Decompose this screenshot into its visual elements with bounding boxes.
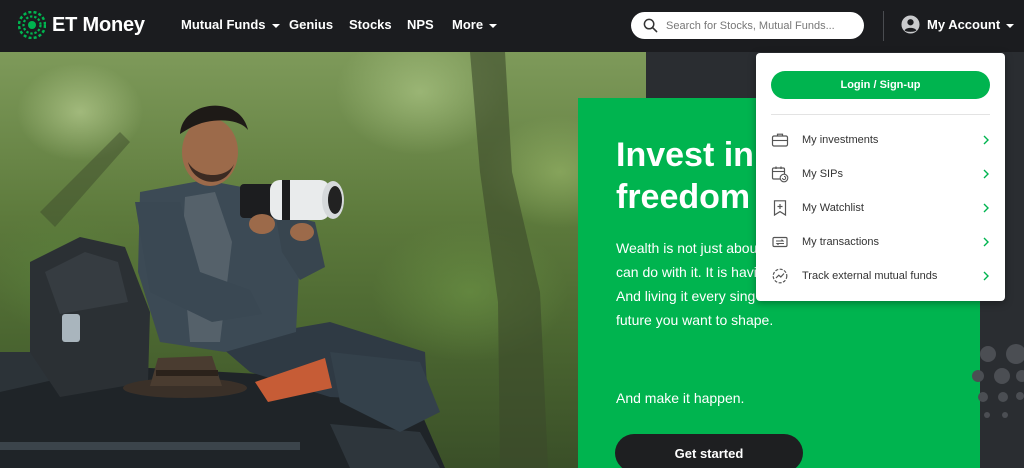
login-signup-button[interactable]: Login / Sign-up xyxy=(771,71,990,99)
hero-photo xyxy=(0,52,646,468)
calendar-refresh-icon xyxy=(771,166,789,183)
menu-item-track-external-mutual-funds[interactable]: Track external mutual funds xyxy=(771,265,990,287)
menu-item-label: My Watchlist xyxy=(802,202,864,214)
menu-item-label: My SIPs xyxy=(802,168,843,180)
nav-more[interactable]: More xyxy=(452,17,498,32)
headline-line-2: freedom xyxy=(616,178,751,216)
briefcase-icon xyxy=(771,133,789,147)
dropdown-divider xyxy=(771,114,990,115)
brand-logo[interactable]: ET Money xyxy=(18,11,145,39)
top-navbar: ET Money Mutual Funds Genius Stocks NPS … xyxy=(0,0,1024,52)
trend-circle-icon xyxy=(772,268,788,284)
menu-item-label: My investments xyxy=(802,134,879,146)
search-box[interactable] xyxy=(631,12,864,39)
decorative-dots xyxy=(970,342,1024,468)
nav-label: NPS xyxy=(407,17,434,32)
menu-item-my-investments[interactable]: My investments xyxy=(771,129,990,151)
my-account-menu[interactable]: My Account xyxy=(901,15,1015,34)
bookmark-plus-icon xyxy=(773,200,787,217)
search-input[interactable] xyxy=(666,19,856,32)
chevron-right-icon xyxy=(983,169,989,179)
nav-genius[interactable]: Genius xyxy=(289,17,333,32)
transfer-icon xyxy=(772,236,788,248)
menu-item-my-transactions[interactable]: My transactions xyxy=(771,231,990,253)
user-circle-icon xyxy=(901,15,920,34)
hero-tagline: And make it happen. xyxy=(616,390,745,406)
search-icon xyxy=(643,18,658,33)
menu-item-my-sips[interactable]: My SIPs xyxy=(771,163,990,185)
menu-item-my-watchlist[interactable]: My Watchlist xyxy=(771,197,990,219)
hero-headline: Invest in freedom xyxy=(616,134,754,218)
nav-label: Genius xyxy=(289,17,334,32)
nav-mutual-funds[interactable]: Mutual Funds xyxy=(181,17,280,32)
account-dropdown: Login / Sign-up My investments My SIPs M… xyxy=(756,53,1005,301)
caret-down-icon xyxy=(489,23,498,28)
photographer-illustration xyxy=(0,52,548,468)
nav-nps[interactable]: NPS xyxy=(407,17,434,32)
nav-divider xyxy=(883,11,884,41)
menu-item-label: My transactions xyxy=(802,236,880,248)
chevron-right-icon xyxy=(983,203,989,213)
nav-label: Stocks xyxy=(349,17,392,32)
caret-down-icon xyxy=(271,23,280,28)
chevron-right-icon xyxy=(983,271,989,281)
nav-label: More xyxy=(452,17,484,32)
nav-label: Mutual Funds xyxy=(181,17,266,32)
body-line: future you want to shape. xyxy=(616,312,774,328)
et-money-logo-icon xyxy=(18,11,46,39)
chevron-right-icon xyxy=(983,237,989,247)
get-started-button[interactable]: Get started xyxy=(615,434,803,468)
caret-down-icon xyxy=(1006,23,1015,28)
brand-name: ET Money xyxy=(52,13,145,36)
account-label: My Account xyxy=(927,17,1001,32)
chevron-right-icon xyxy=(983,135,989,145)
menu-item-label: Track external mutual funds xyxy=(802,270,938,282)
headline-line-1: Invest in xyxy=(616,136,754,174)
nav-stocks[interactable]: Stocks xyxy=(349,17,392,32)
